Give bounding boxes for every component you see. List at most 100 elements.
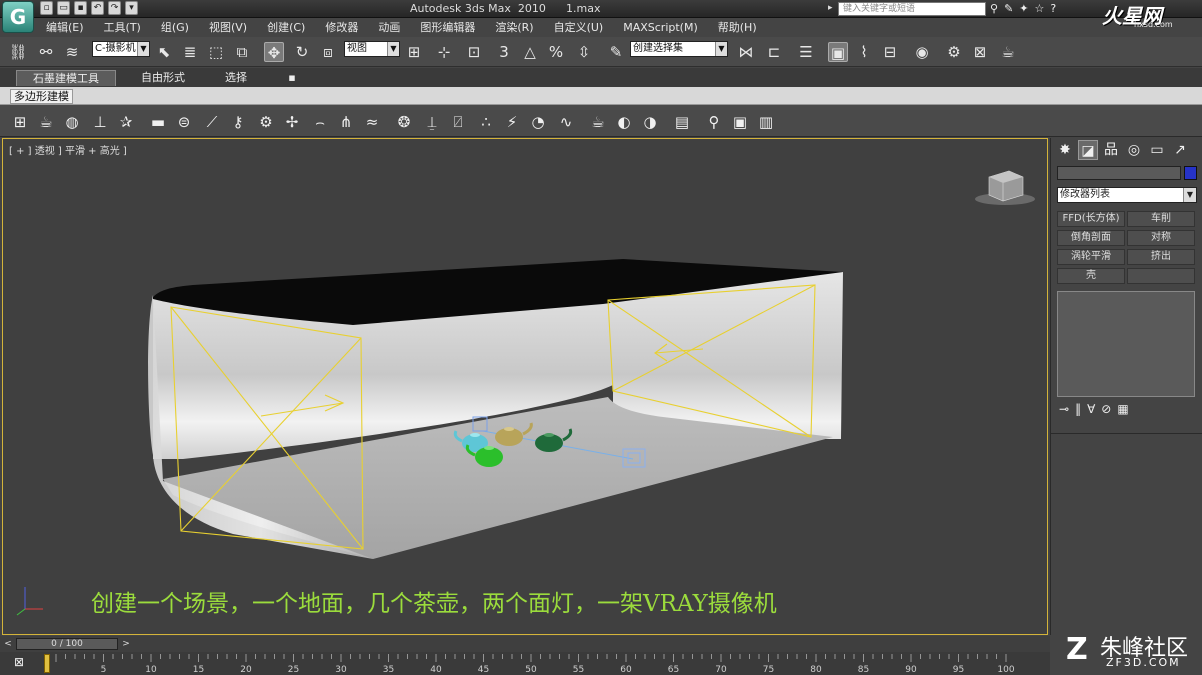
favorites-icon[interactable]: ☆ bbox=[1035, 2, 1045, 15]
star-shape-icon[interactable]: ✰ bbox=[116, 112, 136, 132]
unlink-icon[interactable]: ⚯ bbox=[36, 42, 56, 62]
turbosmooth-button[interactable]: 涡轮平滑 bbox=[1057, 249, 1125, 265]
remove-modifier-icon[interactable]: ⊘ bbox=[1101, 402, 1111, 416]
create-tab-icon[interactable]: ✸ bbox=[1055, 140, 1075, 160]
prev-frame-icon[interactable]: < bbox=[2, 638, 14, 650]
configure-sets-icon[interactable]: ▦ bbox=[1117, 402, 1128, 416]
dummy-helper-icon[interactable]: ✢ bbox=[282, 112, 302, 132]
keyboard-shortcut-toggle-icon[interactable]: ⊡ bbox=[464, 42, 484, 62]
image-viewer-icon[interactable]: ▣ bbox=[730, 112, 750, 132]
plane-helper-icon[interactable]: ⊥ bbox=[90, 112, 110, 132]
symmetry-button[interactable]: 对称 bbox=[1127, 230, 1195, 246]
lighting-icon[interactable]: ⚡ bbox=[502, 112, 522, 132]
mini-curve-editor-icon[interactable]: ⊠ bbox=[8, 655, 30, 671]
menu-modifiers[interactable]: 修改器 bbox=[315, 19, 368, 37]
wave-modifier-icon[interactable]: ≈ bbox=[362, 112, 382, 132]
polygon-modeling-panel-tab[interactable]: 多边形建模 bbox=[10, 89, 73, 104]
selection-filter-dropdown[interactable]: C-摄影机 ▼ bbox=[92, 41, 150, 57]
open-file-icon[interactable]: ▭ bbox=[57, 1, 70, 15]
curve-editor-icon[interactable]: ⌇ bbox=[854, 42, 874, 62]
chamfer-box-icon[interactable]: ▬ bbox=[148, 112, 168, 132]
select-and-rotate-icon[interactable]: ↻ bbox=[292, 42, 312, 62]
tab-freeform[interactable]: 自由形式 bbox=[128, 70, 198, 86]
box-primitive-icon[interactable]: ⊞ bbox=[10, 112, 30, 132]
menu-maxscript[interactable]: MAXScript(M) bbox=[613, 19, 708, 37]
comm-center-icon[interactable]: ✎ bbox=[1004, 2, 1013, 15]
edit-named-selection-icon[interactable]: ✎ bbox=[606, 42, 626, 62]
current-frame-marker[interactable] bbox=[44, 654, 50, 673]
graphite-toggle-icon[interactable]: ▣ bbox=[828, 42, 848, 62]
menu-animation[interactable]: 动画 bbox=[368, 19, 410, 37]
new-file-icon[interactable]: ▫ bbox=[40, 1, 53, 15]
percent-snap-icon[interactable]: % bbox=[546, 42, 566, 62]
key-shape-icon[interactable]: ⚷ bbox=[228, 112, 248, 132]
noise-modifier-icon[interactable]: ❂ bbox=[394, 112, 414, 132]
teapot-small-icon[interactable]: ☕ bbox=[588, 112, 608, 132]
make-unique-icon[interactable]: ∀ bbox=[1087, 402, 1095, 416]
align-icon[interactable]: ⊏ bbox=[764, 42, 784, 62]
menu-graph-editors[interactable]: 图形编辑器 bbox=[410, 19, 485, 37]
motion-tab-icon[interactable]: ◎ bbox=[1124, 140, 1144, 160]
menu-edit[interactable]: 编辑(E) bbox=[36, 19, 94, 37]
select-and-link-icon[interactable]: ⛓ bbox=[8, 42, 28, 62]
ribbon-options-icon[interactable]: ▪ bbox=[284, 70, 300, 86]
modifier-stack[interactable] bbox=[1057, 291, 1195, 397]
select-and-manipulate-icon[interactable]: ⊹ bbox=[434, 42, 454, 62]
menu-help[interactable]: 帮助(H) bbox=[708, 19, 767, 37]
undo-icon[interactable]: ↶ bbox=[91, 1, 104, 15]
measure-icon[interactable]: ⚲ bbox=[704, 112, 724, 132]
binoculars-icon[interactable]: ⚲ bbox=[990, 2, 998, 15]
render-setup-icon[interactable]: ⚙ bbox=[944, 42, 964, 62]
bind-space-warp-icon[interactable]: ≋ bbox=[62, 42, 82, 62]
shell-button[interactable]: 壳 bbox=[1057, 268, 1125, 284]
mirror-icon[interactable]: ⋈ bbox=[736, 42, 756, 62]
bend-modifier-icon[interactable]: ⌢ bbox=[310, 112, 330, 132]
object-name-field[interactable] bbox=[1057, 166, 1181, 180]
perspective-viewport[interactable]: [ + ] 透视 ] 平滑 + 高光 ] 创建一个场景，一个地面，几个茶壶，两个… bbox=[2, 138, 1048, 635]
select-by-name-icon[interactable]: ≣ bbox=[180, 42, 200, 62]
empty-modifier-button[interactable] bbox=[1127, 268, 1195, 284]
pin-stack-icon[interactable]: ⊸ bbox=[1059, 402, 1069, 416]
menu-rendering[interactable]: 渲染(R) bbox=[485, 19, 543, 37]
cylinder-icon[interactable]: ⊜ bbox=[174, 112, 194, 132]
rect-selection-icon[interactable]: ⬚ bbox=[206, 42, 226, 62]
sphere-primitive-icon[interactable]: ◍ bbox=[62, 112, 82, 132]
menu-views[interactable]: 视图(V) bbox=[199, 19, 257, 37]
quick-access-dropdown-icon[interactable]: ▾ bbox=[125, 1, 138, 15]
hierarchy-tab-icon[interactable]: 品 bbox=[1101, 140, 1121, 160]
show-end-result-icon[interactable]: ‖ bbox=[1075, 402, 1081, 416]
track-bar[interactable]: ⊠ 5 10 15 20 25 30 35 40 45 50 55 60 65 70 75 80 85 90 95 1… bbox=[0, 652, 1050, 675]
gear-icon[interactable]: ⚙ bbox=[256, 112, 276, 132]
render-production-icon[interactable]: ☕ bbox=[998, 42, 1018, 62]
lathe-button[interactable]: 车削 bbox=[1127, 211, 1195, 227]
menu-create[interactable]: 创建(C) bbox=[257, 19, 315, 37]
select-and-move-icon[interactable]: ✥ bbox=[264, 42, 284, 62]
teapot-primitive-icon[interactable]: ☕ bbox=[36, 112, 56, 132]
extrude-button[interactable]: 挤出 bbox=[1127, 249, 1195, 265]
select-object-icon[interactable]: ⬉ bbox=[154, 42, 174, 62]
ffd-box-button[interactable]: FFD(长方体) bbox=[1057, 211, 1125, 227]
script-listener-icon[interactable]: ▤ bbox=[672, 112, 692, 132]
camera-orbit-icon[interactable]: ◔ bbox=[528, 112, 548, 132]
named-selection-dropdown[interactable]: 创建选择集 ▼ bbox=[630, 41, 728, 57]
save-file-icon[interactable]: ▪ bbox=[74, 1, 87, 15]
menu-group[interactable]: 组(G) bbox=[151, 19, 199, 37]
next-frame-icon[interactable]: > bbox=[120, 638, 132, 650]
tab-selection[interactable]: 选择 bbox=[210, 70, 262, 86]
bevel-profile-button[interactable]: 倒角剖面 bbox=[1057, 230, 1125, 246]
twist-modifier-icon[interactable]: ⋔ bbox=[336, 112, 356, 132]
time-slider[interactable]: 0 / 100 bbox=[16, 638, 118, 650]
cloth-icon[interactable]: ⍁ bbox=[448, 112, 468, 132]
reference-coordinate-dropdown[interactable]: 视图 ▼ bbox=[344, 41, 400, 57]
object-color-swatch[interactable] bbox=[1184, 166, 1197, 180]
pivot-point-icon[interactable]: ⊞ bbox=[404, 42, 424, 62]
select-and-scale-icon[interactable]: ⧈ bbox=[318, 42, 338, 62]
menu-customize[interactable]: 自定义(U) bbox=[544, 19, 614, 37]
bone-icon[interactable]: ⍊ bbox=[422, 112, 442, 132]
search-input[interactable]: 键入关键字或短语 bbox=[838, 2, 986, 16]
menu-tools[interactable]: 工具(T) bbox=[94, 19, 151, 37]
modifier-list-dropdown[interactable]: 修改器列表 ▼ bbox=[1057, 187, 1197, 203]
tube-icon[interactable]: ⟋ bbox=[202, 112, 222, 132]
rendered-frame-window-icon[interactable]: ⊠ bbox=[970, 42, 990, 62]
window-crossing-icon[interactable]: ⧉ bbox=[232, 42, 252, 62]
